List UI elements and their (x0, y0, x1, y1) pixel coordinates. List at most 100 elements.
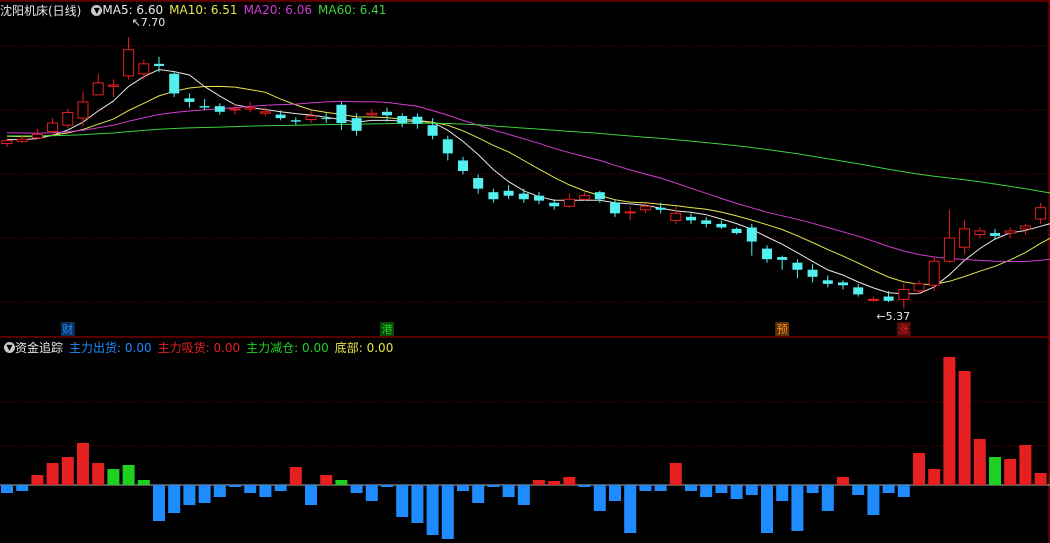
candle-body (503, 190, 514, 196)
candle-body (518, 193, 529, 200)
flow-bar (381, 485, 393, 487)
candle-body (1004, 230, 1016, 234)
flow-bar (1034, 473, 1047, 485)
flow-bar (989, 457, 1001, 485)
flow-bar (183, 485, 196, 505)
ma10-label: MA10: 6.51 (169, 3, 238, 17)
flow-bar (350, 485, 363, 493)
event-label: 港 (382, 323, 393, 336)
flow-bar (1, 485, 13, 493)
flow-bar (365, 485, 378, 501)
flow-bar (289, 467, 302, 485)
flow-bar (776, 485, 789, 501)
candle-body (943, 237, 955, 262)
bottom-label: 底部: 0.00 (334, 340, 394, 355)
flow-bar (137, 480, 150, 485)
candle-body (670, 212, 682, 221)
candle-body (259, 111, 271, 114)
candle-body (305, 115, 317, 121)
flow-bar (517, 485, 530, 505)
event-label: 涨 (898, 323, 909, 336)
event-label: 预 (777, 323, 788, 336)
candle-body (199, 106, 210, 108)
candle-body (427, 125, 438, 136)
candle-body (244, 107, 256, 110)
flow-bar (335, 480, 348, 485)
flow-bar (715, 485, 728, 493)
stock-title: 沈阳机床(日线) (0, 3, 82, 18)
flow-bar (396, 485, 409, 517)
candle-body (229, 108, 241, 111)
flow-bar (1004, 459, 1017, 485)
candle-body (639, 205, 651, 211)
candle-body (488, 192, 499, 200)
flow-bar (46, 463, 59, 485)
price-annotation: ←5.37 (876, 310, 910, 323)
flow-bar (593, 485, 606, 511)
candle-body (275, 114, 286, 119)
flow-bar (502, 485, 515, 497)
candle-body (397, 116, 408, 124)
ma60-line (7, 122, 1050, 194)
candle-body (1019, 225, 1031, 230)
candle-body (867, 298, 879, 301)
chevron-down-icon[interactable]: ▼ (91, 4, 103, 16)
ma10-line (6, 85, 1050, 286)
flow-bar (882, 485, 895, 493)
candle-body (123, 49, 135, 77)
ma5-label: MA5: 6.60 (102, 3, 164, 17)
candle-body (838, 282, 848, 286)
flow-bar (274, 485, 287, 491)
fund-flow-bars[interactable] (1, 357, 1050, 539)
candle-body (549, 202, 560, 207)
chevron-down-icon[interactable]: ▼ (4, 341, 15, 353)
flow-bar (411, 485, 424, 523)
ma20-label: MA20: 6.06 (243, 3, 312, 17)
flow-bar (730, 485, 743, 499)
flow-bar (487, 485, 500, 487)
candle-body (47, 122, 59, 133)
candle-body (898, 288, 910, 300)
flow-bar (61, 457, 74, 485)
ma20-line (6, 100, 1050, 262)
flow-bar (107, 469, 120, 485)
candle-body (624, 211, 636, 214)
event-label: 财 (62, 322, 73, 336)
candle-body (154, 63, 164, 66)
flow-bar (198, 485, 211, 503)
flow-bar (806, 485, 819, 493)
flow-bar (426, 485, 439, 535)
candle-body (686, 216, 696, 221)
candle-body (77, 101, 89, 119)
candle-body (807, 269, 818, 277)
flow-bar (305, 485, 317, 505)
flow-bar (654, 485, 667, 491)
candle-body (594, 192, 605, 200)
candle-body (701, 220, 712, 224)
candle-body (853, 287, 864, 295)
candle-body (716, 223, 727, 228)
candlesticks[interactable] (1, 37, 1050, 309)
flow-bar (958, 371, 971, 485)
stock-chart[interactable]: ↖7.70←5.37 财 港 预 涨 (0, 0, 1050, 543)
candle-body (762, 248, 772, 260)
candle-body (336, 104, 347, 124)
candle-body (290, 120, 301, 122)
candle-body (822, 280, 833, 284)
candle-body (92, 82, 104, 96)
flow-bar (867, 485, 880, 515)
flow-bar (259, 485, 272, 497)
flow-bar (913, 453, 925, 485)
flow-bar (578, 485, 591, 487)
candle-body (928, 260, 940, 286)
flow-bar (31, 475, 44, 485)
flow-bar (1019, 445, 1032, 485)
flow-bar (943, 357, 956, 485)
moving-averages (6, 68, 1050, 295)
candle-body (351, 118, 362, 131)
flow-bar (320, 475, 333, 485)
flow-bar (928, 469, 941, 485)
candle-body (458, 160, 468, 172)
candle-body (214, 106, 225, 112)
candle-body (974, 230, 986, 235)
